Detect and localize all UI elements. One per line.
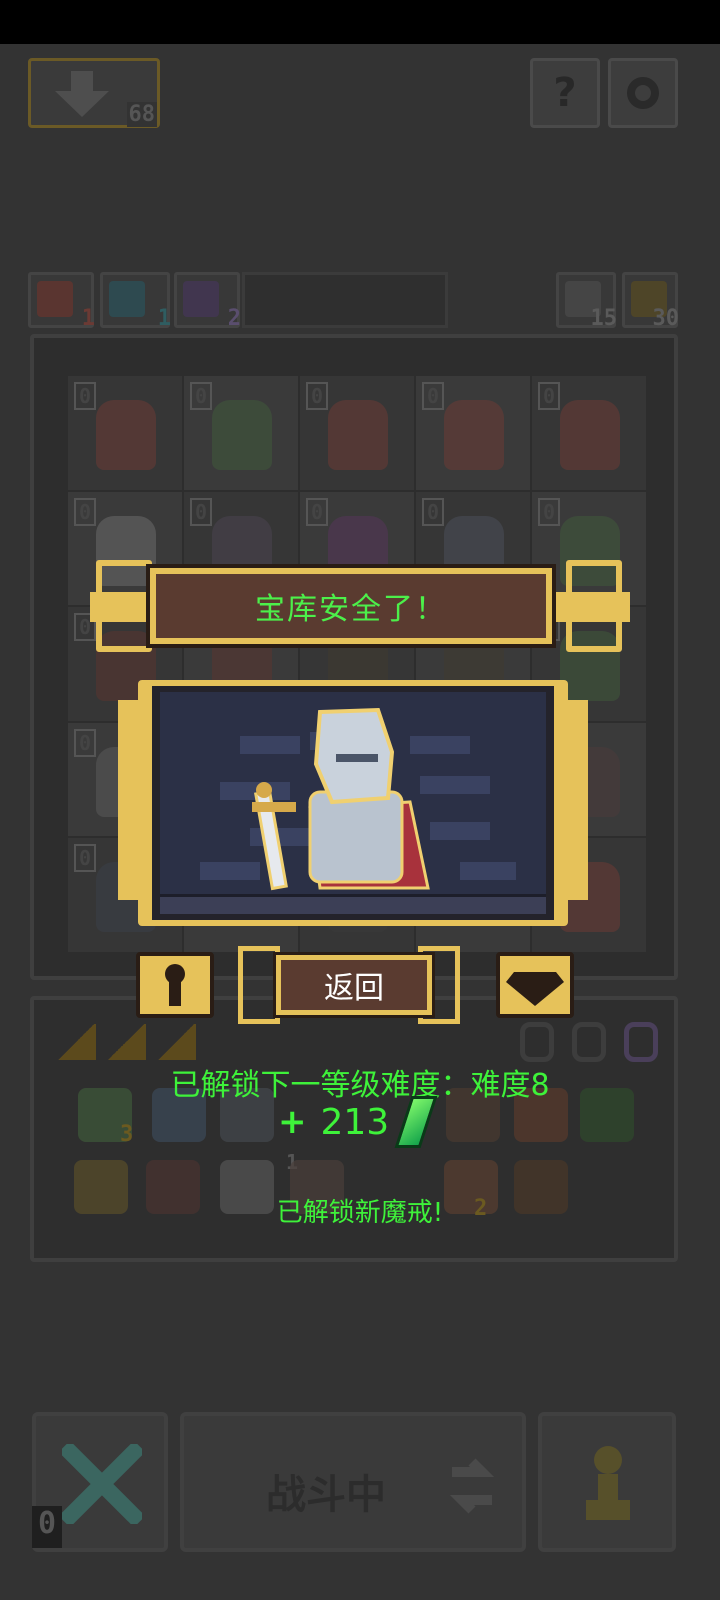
refresh-stat[interactable]: 15 bbox=[556, 272, 618, 331]
ring-slot-icon[interactable] bbox=[520, 1022, 554, 1062]
settings-button[interactable] bbox=[608, 58, 678, 128]
floor bbox=[160, 894, 546, 914]
item-count-badge: 3 bbox=[120, 1122, 134, 1147]
unit-sprite bbox=[212, 400, 272, 470]
unit-sprite bbox=[96, 400, 156, 470]
energy-stat[interactable]: 2 bbox=[174, 272, 241, 331]
slot-corner-icon bbox=[156, 1024, 196, 1060]
gem-reward: + 213 bbox=[278, 1096, 438, 1148]
unit-level-badge: 0 bbox=[306, 497, 329, 526]
unit-level-badge: 0 bbox=[422, 497, 445, 526]
lightning-icon bbox=[183, 281, 219, 317]
unit-sprite bbox=[444, 400, 504, 470]
unit-level-badge: 0 bbox=[74, 728, 97, 757]
board-cell[interactable]: 0 bbox=[532, 376, 646, 490]
keyhole-icon bbox=[165, 964, 185, 1006]
unit-sprite bbox=[328, 400, 388, 470]
close-icon bbox=[62, 1444, 142, 1524]
attack-stat[interactable]: 1 bbox=[28, 272, 95, 331]
unit-level-badge: 0 bbox=[190, 497, 213, 526]
key-value: 30 bbox=[652, 306, 680, 331]
unlock-ring-text: 已解锁新魔戒! bbox=[276, 1198, 444, 1228]
ring-slot-icon[interactable] bbox=[624, 1022, 658, 1062]
board-cell[interactable]: 0 bbox=[68, 376, 182, 490]
unit-level-badge: 0 bbox=[74, 497, 97, 526]
slot-corner-icon bbox=[106, 1024, 146, 1060]
gem-shop-button[interactable] bbox=[496, 952, 574, 1018]
victory-title-plaque: 宝库安全了！ bbox=[150, 568, 552, 644]
pawn-button[interactable] bbox=[538, 1412, 676, 1552]
fight-label: 战斗中 bbox=[266, 1472, 386, 1518]
skill-tree-button[interactable] bbox=[136, 952, 214, 1018]
help-button[interactable]: ? bbox=[530, 58, 600, 128]
question-icon: ? bbox=[553, 70, 577, 116]
download-count: 68 bbox=[126, 102, 157, 127]
gear-icon bbox=[627, 77, 659, 109]
unit-level-badge: 0 bbox=[422, 382, 445, 410]
energy-value: 2 bbox=[227, 306, 241, 331]
swap-icon bbox=[449, 1458, 495, 1514]
back-label: 返回 bbox=[324, 971, 384, 1006]
unit-level-badge: 0 bbox=[74, 382, 97, 410]
title-wing-right bbox=[566, 560, 622, 652]
reward-amount: 213 bbox=[320, 1101, 390, 1143]
board-cell[interactable]: 0 bbox=[184, 376, 298, 490]
hero-portrait bbox=[160, 692, 546, 914]
key-stat[interactable]: 30 bbox=[622, 272, 680, 331]
board-cell[interactable]: 0 bbox=[300, 376, 414, 490]
back-wing-left bbox=[238, 946, 280, 1024]
stat-bar bbox=[242, 272, 448, 328]
cancel-count-badge: 0 bbox=[32, 1506, 62, 1548]
reward-plus: + bbox=[278, 1102, 307, 1142]
magic-icon bbox=[109, 281, 145, 317]
unit-level-badge: 0 bbox=[538, 497, 561, 526]
unit-level-badge: 0 bbox=[538, 382, 561, 410]
victory-title: 宝库安全了！ bbox=[255, 592, 447, 627]
status-bar bbox=[0, 0, 720, 44]
attack-value: 1 bbox=[81, 306, 95, 331]
hero-portrait-frame bbox=[138, 680, 568, 926]
magic-value: 1 bbox=[157, 306, 171, 331]
down-arrow-icon bbox=[55, 71, 109, 117]
pawn-icon bbox=[586, 1446, 630, 1520]
fight-button[interactable]: 战斗中 bbox=[180, 1412, 526, 1552]
refresh-value: 15 bbox=[590, 306, 618, 331]
board-cell[interactable]: 0 bbox=[416, 376, 530, 490]
back-button[interactable]: 返回 bbox=[276, 955, 432, 1015]
unit-level-badge: 0 bbox=[74, 844, 97, 873]
attack-icon bbox=[37, 281, 73, 317]
knight-illustration bbox=[200, 707, 516, 891]
title-wing-left bbox=[96, 560, 152, 652]
unit-level-badge: 0 bbox=[306, 382, 329, 410]
gem-icon bbox=[506, 972, 564, 1006]
download-button[interactable]: 68 bbox=[28, 58, 160, 128]
slot-corner-icon bbox=[56, 1024, 96, 1060]
ring-slot-icon[interactable] bbox=[572, 1022, 606, 1062]
unit-level-badge: 0 bbox=[190, 382, 213, 410]
magic-stat[interactable]: 1 bbox=[100, 272, 171, 331]
unit-sprite bbox=[560, 400, 620, 470]
